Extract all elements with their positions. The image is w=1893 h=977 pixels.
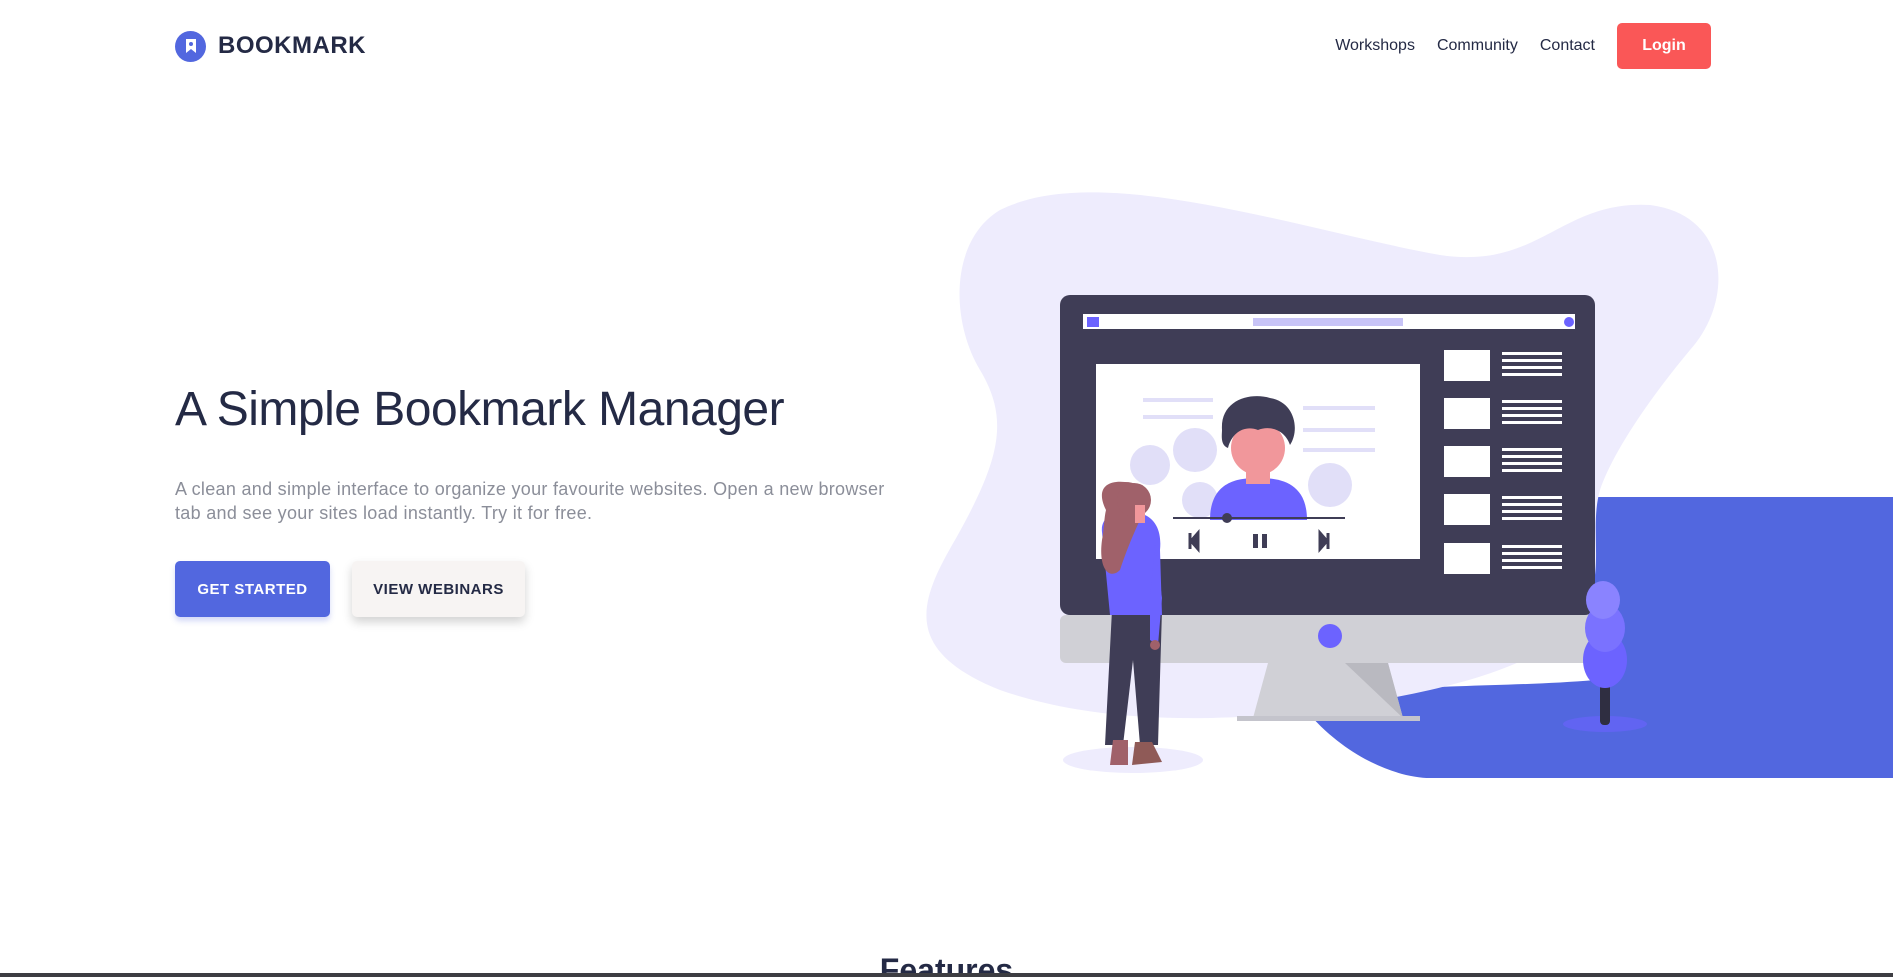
hero-title: A Simple Bookmark Manager [175,383,785,436]
monitor-screen-frame [1060,295,1595,615]
brand-name: BOOKMARK [218,32,366,59]
monitor-chin [1060,615,1595,663]
landing-page: BOOKMARK Workshops Community Contact Log… [0,0,1893,977]
monitor-logo [1318,624,1342,648]
nav-link-contact[interactable]: Contact [1540,37,1595,55]
nav-link-workshops[interactable]: Workshops [1335,37,1415,55]
brand-logo[interactable]: BOOKMARK [175,30,366,62]
nav-link-community[interactable]: Community [1437,37,1518,55]
view-webinars-button[interactable]: VIEW WEBINARS [352,561,525,617]
hero-description: A clean and simple interface to organize… [175,479,885,523]
main-nav: Workshops Community Contact Login [1313,23,1711,69]
login-button[interactable]: Login [1617,23,1711,69]
monitor-stand [1253,663,1403,718]
site-header: BOOKMARK Workshops Community Contact Log… [175,22,1711,70]
lavender-blob [926,192,1719,719]
blue-backdrop [1310,497,1893,778]
video-panel [1096,364,1420,559]
bookmark-logo-icon [175,30,206,62]
bottom-divider [0,973,1893,977]
get-started-button[interactable]: GET STARTED [175,561,330,617]
